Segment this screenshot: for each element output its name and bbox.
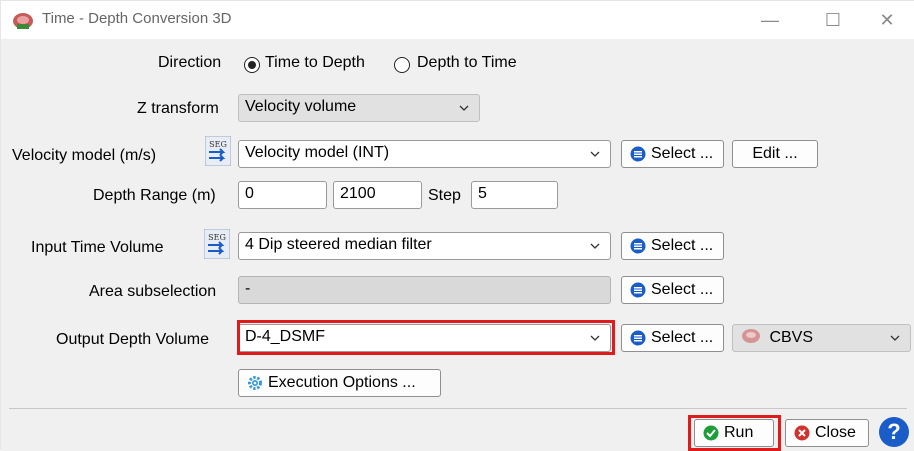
chevron-down-icon [590, 243, 600, 249]
input-time-volume-select[interactable]: 4 Dip steered median filter [238, 232, 611, 260]
chevron-down-icon [890, 335, 900, 341]
minimize-button[interactable]: — [750, 7, 790, 33]
gear-icon [248, 376, 262, 390]
dialog-window: Time - Depth Conversion 3D — ☐ ✕ Directi… [0, 0, 914, 451]
close-window-button[interactable]: ✕ [867, 7, 907, 33]
app-logo-icon [13, 13, 33, 29]
list-select-icon [630, 282, 646, 298]
chevron-down-icon [459, 105, 469, 111]
footer-separator [9, 408, 907, 409]
execution-options-label: Execution Options ... [268, 374, 416, 391]
input-time-volume-label: Input Time Volume [31, 239, 164, 256]
output-format-value: CBVS [769, 329, 814, 346]
list-select-icon [630, 238, 646, 254]
select-label: Select ... [651, 281, 714, 298]
step-label: Step [428, 187, 461, 204]
seg-import-icon[interactable]: SEG [205, 136, 231, 166]
edit-label: Edit ... [752, 145, 798, 162]
z-transform-label: Z transform [137, 100, 219, 117]
select-label: Select ... [651, 237, 714, 254]
select-label: Select ... [651, 329, 714, 346]
depth-step-input[interactable]: 5 [471, 181, 558, 209]
seg-import-icon[interactable]: SEG [204, 229, 230, 259]
velocity-model-label: Velocity model (m/s) [12, 147, 157, 164]
depth-range-label: Depth Range (m) [93, 187, 216, 204]
radio-depth-to-time[interactable] [394, 57, 410, 73]
time-to-depth-label[interactable]: Time to Depth [265, 54, 365, 72]
format-icon [742, 329, 760, 343]
svg-text:SEG: SEG [208, 233, 226, 242]
maximize-button[interactable]: ☐ [813, 7, 853, 33]
title-bar: Time - Depth Conversion 3D — ☐ ✕ [1, 1, 914, 39]
area-subselection-select-button[interactable]: Select ... [621, 276, 724, 304]
run-highlight [688, 415, 781, 451]
list-select-icon [630, 330, 646, 346]
depth-start-input[interactable]: 0 [238, 181, 327, 209]
input-time-volume-select-button[interactable]: Select ... [621, 232, 724, 260]
output-depth-volume-label: Output Depth Volume [56, 331, 209, 348]
input-time-volume-value: 4 Dip steered median filter [245, 236, 432, 253]
area-subselection-label: Area subselection [89, 283, 217, 300]
execution-options-button[interactable]: Execution Options ... [238, 369, 441, 397]
help-button[interactable]: ? [879, 417, 909, 447]
close-label: Close [815, 424, 856, 441]
depth-to-time-label[interactable]: Depth to Time [417, 54, 517, 72]
velocity-model-edit-button[interactable]: Edit ... [732, 140, 818, 168]
direction-label: Direction [158, 54, 222, 71]
depth-stop-input[interactable]: 2100 [333, 181, 422, 209]
radio-time-to-depth[interactable] [244, 57, 260, 73]
output-format-select[interactable]: CBVS [732, 324, 911, 352]
z-transform-value: Velocity volume [245, 98, 357, 115]
velocity-model-select-button[interactable]: Select ... [621, 140, 724, 168]
dialog-content: Direction Time to Depth Depth to Time Z … [1, 39, 914, 451]
select-label: Select ... [651, 145, 714, 162]
svg-text:SEG: SEG [209, 140, 227, 149]
close-button[interactable]: Close [785, 419, 869, 447]
output-volume-highlight [237, 320, 615, 355]
chevron-down-icon [590, 151, 600, 157]
velocity-model-select[interactable]: Velocity model (INT) [238, 140, 611, 168]
list-select-icon [630, 146, 646, 162]
close-icon [794, 425, 810, 441]
z-transform-select[interactable]: Velocity volume [238, 94, 480, 122]
area-subselection-field: - [238, 276, 611, 304]
output-depth-volume-select-button[interactable]: Select ... [621, 324, 724, 352]
window-title: Time - Depth Conversion 3D [42, 10, 232, 27]
velocity-model-value: Velocity model (INT) [245, 144, 390, 161]
